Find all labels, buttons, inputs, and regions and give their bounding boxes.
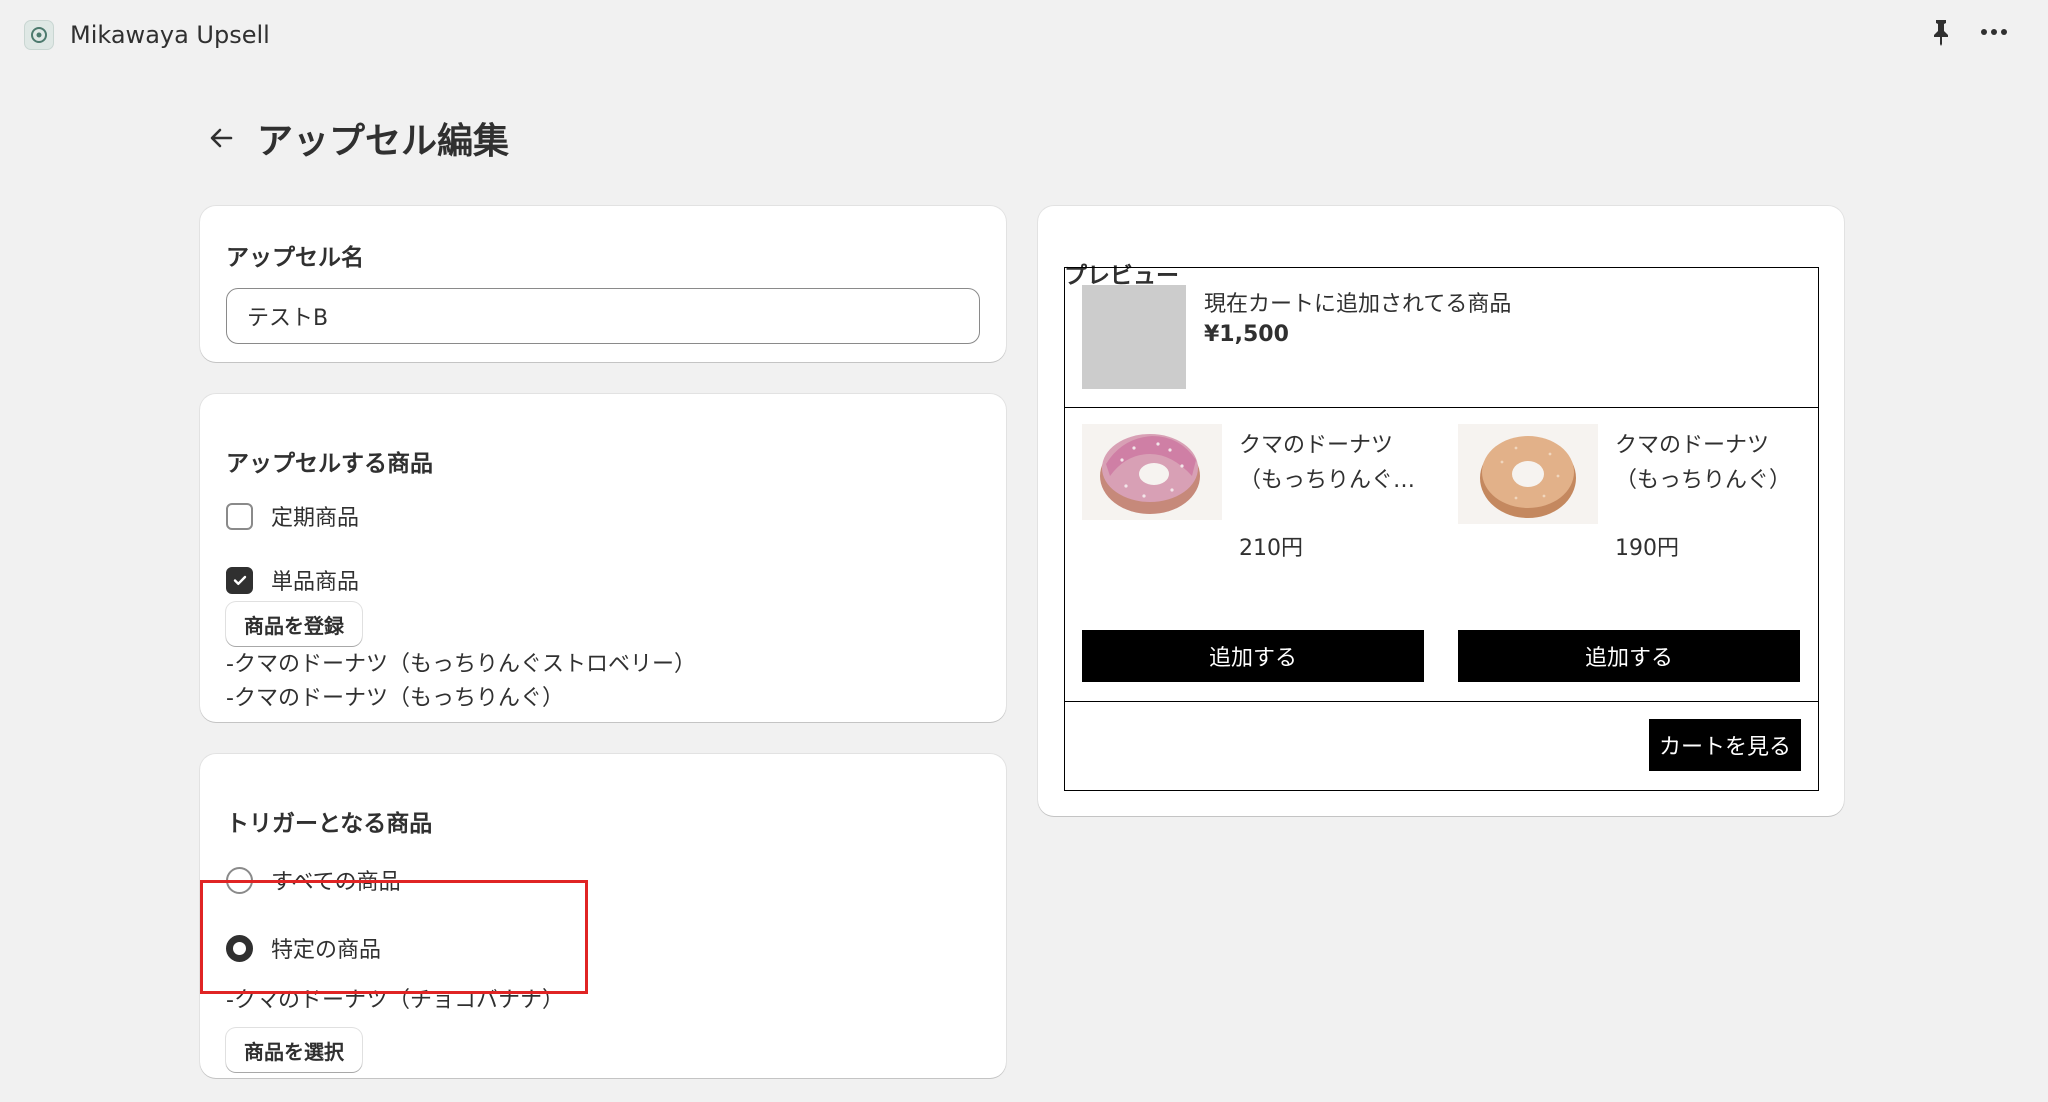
select-product-button[interactable]: 商品を選択: [226, 1028, 362, 1072]
product-name-line: （もっちりんぐ…: [1239, 468, 1416, 493]
checkbox-unchecked[interactable]: [226, 502, 253, 530]
upsell-product-item: -クマのドーナツ（もっちりんぐ）: [226, 686, 564, 711]
upsell-products-title: アップセルする商品: [226, 451, 433, 477]
product-name-line: クマのドーナツ: [1239, 433, 1394, 458]
trigger-products-title: トリガーとなる商品: [226, 811, 433, 837]
product-name-line: （もっちりんぐ）: [1615, 468, 1792, 493]
view-cart-button[interactable]: カートを見る: [1648, 719, 1801, 771]
upsell-product-name: クマのドーナツ （もっちりんぐ）: [1615, 428, 1805, 498]
checkbox-subscription-product[interactable]: 定期商品: [226, 500, 980, 532]
pin-icon[interactable]: [1930, 18, 1952, 46]
upsell-product-card: クマのドーナツ （もっちりんぐ） 190円 追加する: [1458, 424, 1800, 684]
upsell-name-title: アップセル名: [226, 245, 364, 271]
current-item-price: ¥1,500: [1204, 322, 1289, 347]
checkbox-label: 単品商品: [271, 570, 360, 595]
top-bar: Mikawaya Upsell: [0, 0, 2048, 70]
app-title: Mikawaya Upsell: [70, 21, 270, 49]
current-item-name: 現在カートに追加されてる商品: [1204, 292, 1512, 317]
upsell-product-item: -クマのドーナツ（もっちりんぐストロベリー）: [226, 652, 696, 677]
upsell-product-price: 190円: [1615, 536, 1679, 561]
upsell-product-card: クマのドーナツ （もっちりんぐ… 210円 追加する: [1082, 424, 1424, 684]
product-name-line: クマのドーナツ: [1615, 433, 1770, 458]
preview-frame: 現在カートに追加されてる商品 ¥1,500 クマのドーナツ （もっちりんぐ… 2…: [1064, 267, 1819, 791]
upsell-product-name: クマのドーナツ （もっちりんぐ…: [1239, 428, 1429, 498]
checkbox-label: 定期商品: [271, 506, 360, 531]
preview-footer: カートを見る: [1065, 702, 1818, 788]
more-options-icon[interactable]: [1980, 28, 2008, 36]
upsell-product-list: クマのドーナツ （もっちりんぐ… 210円 追加する クマのドーナツ （もっちり…: [1065, 408, 1818, 702]
current-cart-item: 現在カートに追加されてる商品 ¥1,500: [1065, 268, 1818, 408]
upsell-name-card: アップセル名 テストB: [200, 206, 1006, 362]
product-thumbnail-placeholder: [1082, 285, 1186, 389]
upsell-name-input[interactable]: テストB: [226, 288, 980, 344]
register-product-button[interactable]: 商品を登録: [226, 602, 362, 646]
app-logo-icon: [24, 20, 54, 50]
checkmark-icon: [233, 575, 246, 585]
pink-donut-image: [1082, 424, 1222, 520]
checkbox-checked[interactable]: [226, 566, 253, 594]
upsell-product-price: 210円: [1239, 536, 1303, 561]
add-to-cart-button[interactable]: 追加する: [1458, 630, 1800, 682]
arrow-left-icon[interactable]: [205, 122, 237, 154]
add-to-cart-button[interactable]: 追加する: [1082, 630, 1424, 682]
checkbox-single-product[interactable]: 単品商品: [226, 564, 980, 596]
highlight-annotation-box: [200, 880, 588, 994]
page-header: アップセル編集: [205, 112, 509, 164]
plain-donut-image: [1458, 424, 1598, 524]
page-title: アップセル編集: [257, 121, 510, 162]
upsell-products-card: アップセルする商品 定期商品 単品商品 商品を登録 -クマのドーナツ（もっちりん…: [200, 394, 1006, 722]
